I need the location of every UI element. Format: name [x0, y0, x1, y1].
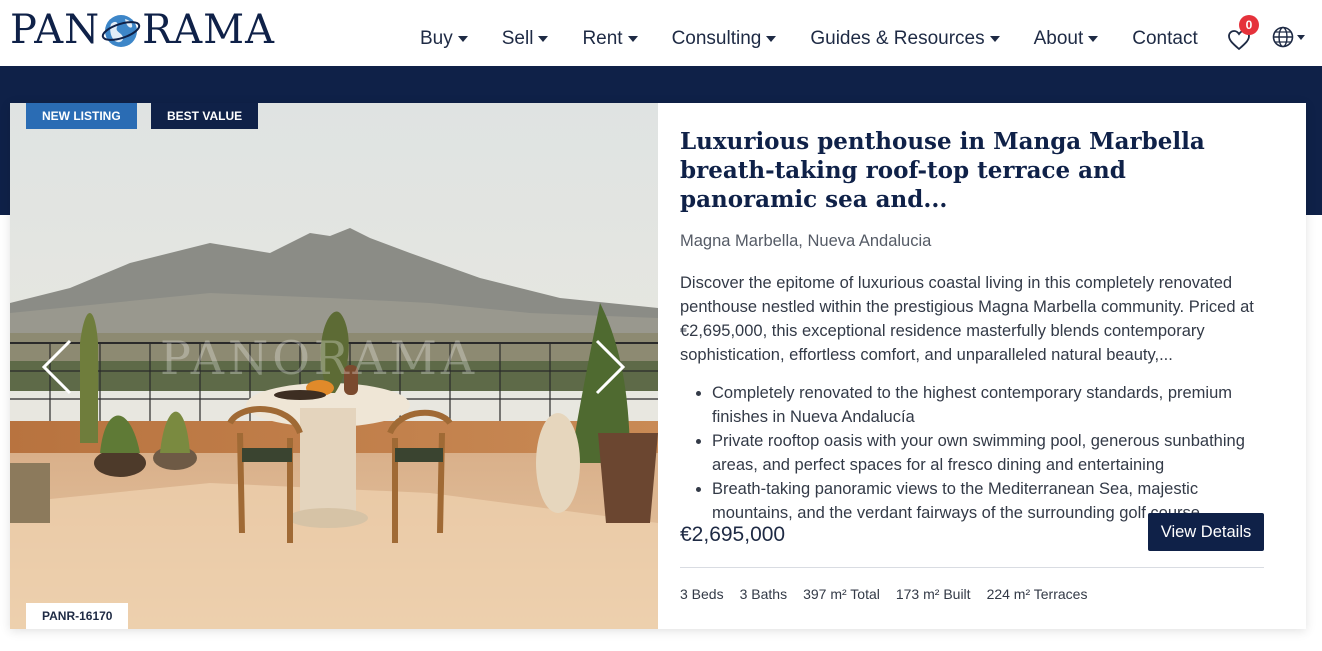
nav-item-label: Rent — [582, 28, 623, 49]
spec-beds: 3 Beds — [680, 586, 724, 602]
caret-down-icon — [457, 36, 468, 42]
listing-title[interactable]: Luxurious penthouse in Manga Marbella br… — [680, 127, 1240, 214]
price-row: €2,695,000 View Details — [680, 513, 1264, 551]
caret-down-icon — [1297, 34, 1305, 40]
nav-item-sell[interactable]: Sell — [502, 28, 549, 50]
list-item: Private rooftop oasis with your own swim… — [712, 429, 1264, 477]
panorama-logo[interactable]: PAN RAMA — [10, 7, 275, 53]
main-nav: Buy Sell Rent Consulting Guides & Resour… — [420, 27, 1232, 51]
spec-baths: 3 Baths — [739, 586, 788, 602]
nav-item-label: Sell — [501, 28, 534, 49]
listing-reference: PANR-16170 — [26, 603, 129, 629]
caret-down-icon — [989, 36, 1000, 42]
list-item: Completely renovated to the highest cont… — [712, 381, 1264, 429]
nav-item-label: About — [1033, 28, 1084, 49]
carousel-next-button[interactable] — [591, 339, 627, 395]
spec-total-area: 397 m² Total — [803, 586, 880, 602]
caret-down-icon — [766, 36, 777, 42]
spec-terrace-area: 224 m² Terraces — [986, 586, 1088, 602]
listing-location: Magna Marbella, Nueva Andalucia — [680, 232, 932, 250]
carousel-prev-button[interactable] — [40, 339, 76, 395]
nav-item-label: Consulting — [671, 28, 762, 49]
listing-highlights: Completely renovated to the highest cont… — [712, 381, 1264, 525]
chevron-right-icon — [595, 339, 626, 395]
logo-text-left: PAN — [10, 7, 101, 53]
new-listing-tag: NEW LISTING — [26, 103, 137, 129]
header-actions: 0 — [1227, 15, 1305, 51]
globe-icon — [1272, 26, 1294, 48]
site-header: PAN RAMA Buy Sell Rent Consulting Guides… — [0, 0, 1322, 66]
language-selector[interactable] — [1272, 26, 1305, 48]
caret-down-icon — [538, 36, 549, 42]
spec-built-area: 173 m² Built — [895, 586, 971, 602]
divider — [680, 567, 1264, 568]
nav-item-label: Buy — [420, 28, 453, 49]
nav-item-label: Guides & Resources — [810, 28, 985, 49]
nav-item-contact[interactable]: Contact — [1132, 28, 1197, 50]
nav-item-about[interactable]: About — [1034, 28, 1099, 50]
listing-price: €2,695,000 — [680, 523, 786, 546]
caret-down-icon — [1088, 36, 1099, 42]
listing-photo-carousel[interactable]: PANORAMA NEW LISTING BEST VALUE PANR-161… — [10, 103, 658, 629]
view-details-button[interactable]: View Details — [1148, 513, 1264, 551]
listing-description: Discover the epitome of luxurious coasta… — [680, 274, 1254, 364]
nav-item-rent[interactable]: Rent — [582, 28, 638, 50]
best-value-tag: BEST VALUE — [151, 103, 259, 129]
logo-text-right: RAMA — [142, 7, 275, 53]
photo-watermark: PANORAMA — [160, 331, 479, 385]
chevron-left-icon — [41, 339, 72, 395]
caret-down-icon — [627, 36, 638, 42]
logo-globe-icon — [101, 15, 141, 47]
listing-specs: 3 Beds 3 Baths 397 m² Total 173 m² Built… — [680, 586, 1103, 602]
nav-item-buy[interactable]: Buy — [420, 28, 468, 50]
favorites-count-badge: 0 — [1239, 15, 1259, 35]
nav-item-guides-resources[interactable]: Guides & Resources — [810, 28, 1000, 50]
listing-info: Luxurious penthouse in Manga Marbella br… — [680, 127, 1264, 525]
nav-item-consulting[interactable]: Consulting — [672, 28, 777, 50]
nav-item-label: Contact — [1132, 28, 1198, 49]
favorites-button[interactable]: 0 — [1227, 15, 1259, 51]
